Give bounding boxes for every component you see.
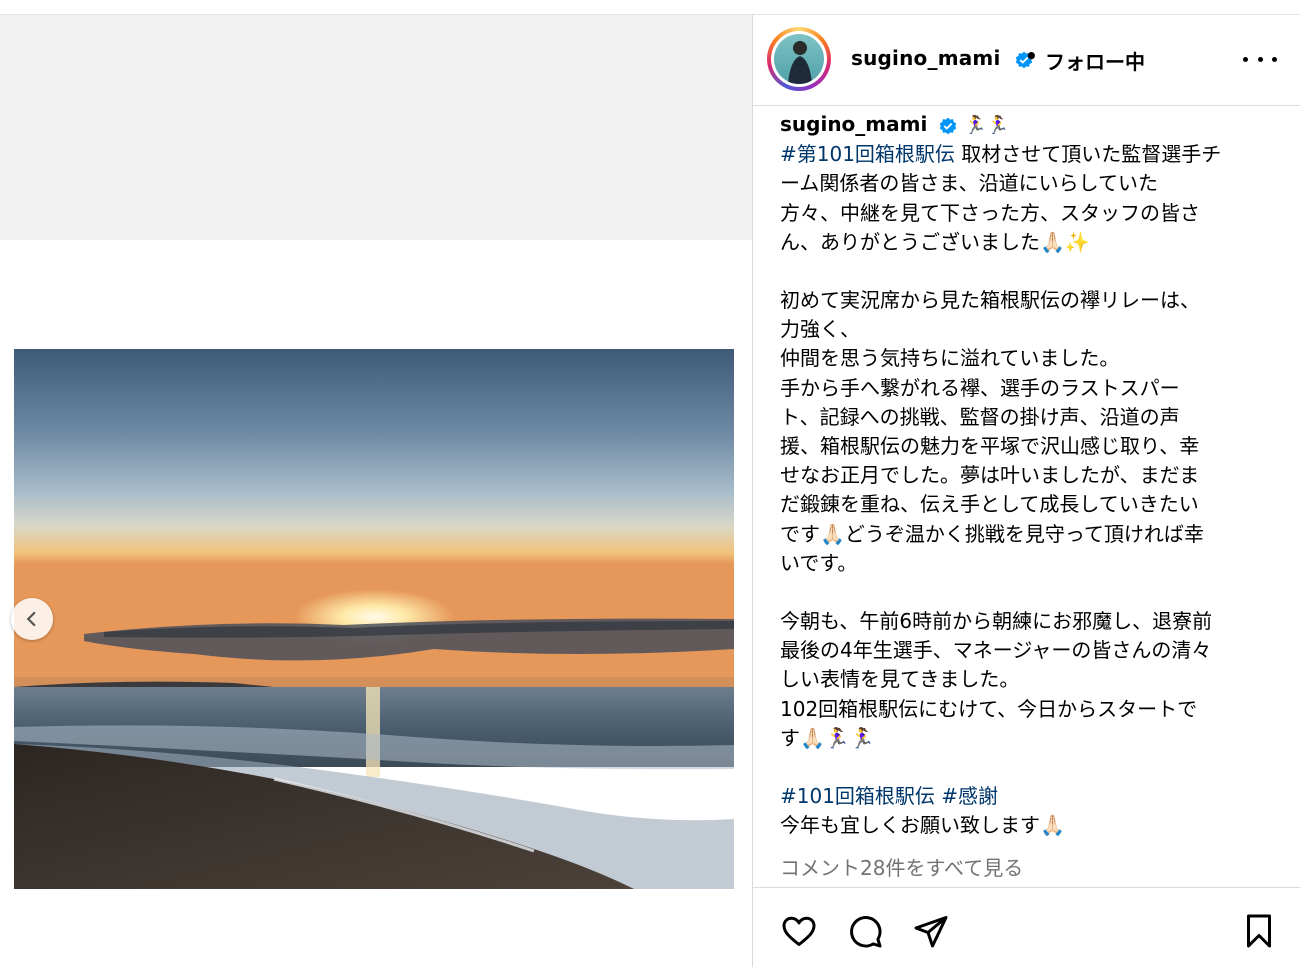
caption-closing: 今年も宜しくお願い致します🙏🏻 [780,813,1065,838]
divider [753,887,1300,888]
verified-badge-icon [939,117,956,134]
header-username-text[interactable]: sugino_mami [851,46,1001,70]
post-photo [14,349,734,889]
caption-line: せなお正月でした。夢は叶いましたが、まだま [780,463,1200,488]
caption-line: 今朝も、午前6時前から朝練にお邪魔し、退寮前 [780,609,1213,634]
caption-line: ーム関係者の皆さま、沿道にいらしていた [780,171,1158,196]
post-sidebar: sugino_mami • フォロー中 sugino_mami 🏃‍♀️🏃‍♀️… [752,15,1300,967]
chevron-left-icon [26,611,36,627]
separator-dot: • [1025,44,1038,68]
caption-line: 援、箱根駅伝の魅力を平塚で沢山感じ取り、幸 [780,434,1200,459]
caption-line: です🙏🏻どうぞ温かく挑戦を見守って頂ければ幸 [780,521,1204,546]
caption-line: 手から手へ繋がれる襷、選手のラストスパー [780,375,1180,400]
caption-line: ん、ありがとうございました🙏🏻✨ [780,229,1090,254]
header-username[interactable]: sugino_mami [851,46,1034,70]
caption-line: 取材させて頂いた監督選手チ [954,142,1222,167]
caption-line: いです。 [780,550,858,575]
caption-line: だ鍛錬を重ね、伝え手として成長していきたい [780,492,1199,517]
more-options-icon [1243,56,1248,62]
following-button[interactable]: フォロー中 [1045,46,1145,75]
avatar[interactable] [767,27,831,91]
caption-line: 初めて実況席から見た箱根駅伝の襷リレーは、 [780,288,1200,313]
media-placeholder [0,15,752,240]
media-panel [0,15,752,967]
post-header: sugino_mami • フォロー中 [753,15,1300,106]
hashtag-link[interactable]: #101回箱根駅伝 [780,784,935,808]
caption-line: 力強く、 [780,317,860,342]
caption-username[interactable]: sugino_mami [780,112,927,136]
caption-line: 仲間を思う気持ちに溢れていました。 [780,346,1120,371]
caption-line: ト、記録への挑戦、監督の掛け声、沿道の声 [780,404,1180,429]
bookmark-icon[interactable] [1241,913,1277,949]
caption-line: す🙏🏻🏃‍♀️🏃‍♀️ [780,725,875,750]
avatar-image [788,41,812,84]
caption-line: 方々、中継を見て下さった方、スタッフの皆さ [780,200,1200,225]
caption: sugino_mami 🏃‍♀️🏃‍♀️ #第101回箱根駅伝 取材させて頂いた… [780,110,1280,840]
previous-image-button[interactable] [11,598,53,640]
caption-line: 最後の4年生選手、マネージャーの皆さんの清々 [780,638,1212,663]
more-options-button[interactable] [1243,45,1277,73]
top-bar [0,0,1300,15]
caption-line: しい表情を見てきました。 [780,667,1020,692]
runner-emoji: 🏃‍♀️🏃‍♀️ [964,115,1009,136]
caption-line: 102回箱根駅伝にむけて、今日からスタートで [780,696,1198,721]
comment-icon[interactable] [847,913,883,949]
hashtag-link[interactable]: #第101回箱根駅伝 [780,142,955,166]
hashtag-link[interactable]: #感謝 [941,784,998,808]
send-icon[interactable] [913,913,949,949]
heart-icon[interactable] [781,913,817,949]
view-all-comments-link[interactable]: コメント28件をすべて見る [780,852,1023,881]
